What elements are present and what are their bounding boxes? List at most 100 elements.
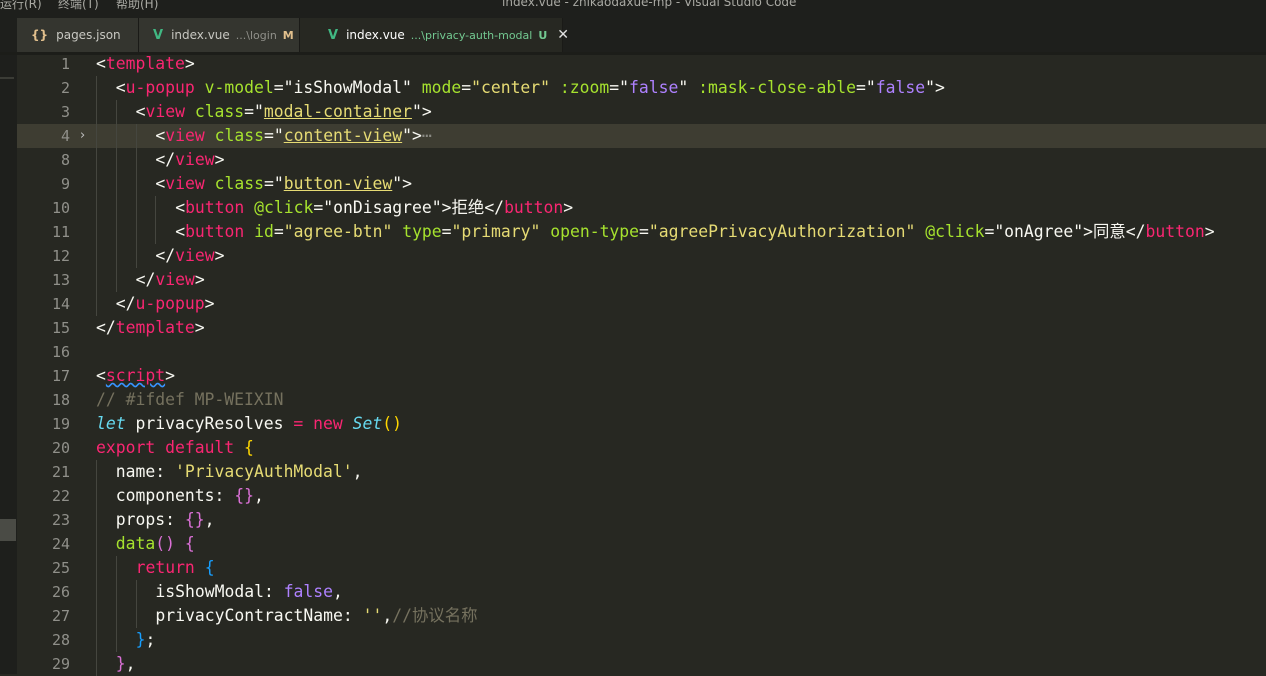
tab-privacy-auth-modal-index-vue[interactable]: V index.vue ...\privacy-auth-modal U ✕ bbox=[300, 18, 569, 52]
indent-guide bbox=[96, 148, 97, 172]
code-token: > bbox=[204, 294, 215, 313]
menu-help[interactable]: 帮助(H) bbox=[116, 0, 158, 12]
code-text: </template> bbox=[96, 316, 205, 340]
code-token: = bbox=[856, 78, 866, 97]
code-token: view bbox=[145, 102, 185, 121]
code-token: < bbox=[155, 126, 166, 145]
code-line[interactable]: 23 props: {}, bbox=[17, 508, 1266, 532]
activity-gutter bbox=[0, 55, 17, 674]
code-line[interactable]: 19 let privacyResolves = new Set() bbox=[17, 412, 1266, 436]
indent-guide bbox=[96, 532, 97, 556]
editor-tab-bar: {} pages.json V index.vue ...\login M V … bbox=[0, 18, 1266, 52]
code-line[interactable]: 13 </view> bbox=[17, 268, 1266, 292]
code-line[interactable]: 11 <button id="agree-btn" type="primary" … bbox=[17, 220, 1266, 244]
line-number: 2 bbox=[60, 79, 70, 97]
code-token: { bbox=[184, 534, 195, 553]
tab-login-index-vue[interactable]: V index.vue ...\login M bbox=[139, 18, 300, 52]
code-line[interactable]: 3 <view class="modal-container"> bbox=[17, 100, 1266, 124]
line-number: 28 bbox=[51, 631, 70, 649]
menu-run[interactable]: 运行(R) bbox=[0, 0, 42, 12]
code-token: privacyContractName: bbox=[155, 606, 363, 625]
code-token: , bbox=[125, 654, 136, 673]
code-token: = bbox=[263, 126, 274, 145]
code-text: let privacyResolves = new Set() bbox=[96, 412, 402, 436]
code-line[interactable]: 17 <script> bbox=[17, 364, 1266, 388]
code-token: > bbox=[934, 78, 945, 97]
code-line[interactable]: 8 </view> bbox=[17, 148, 1266, 172]
code-line[interactable]: 24 data() { bbox=[17, 532, 1266, 556]
code-token: "agreePrivacyAuthorization" bbox=[648, 222, 916, 241]
code-line[interactable]: 14 </u-popup> bbox=[17, 292, 1266, 316]
code-line[interactable]: 18 // #ifdef MP-WEIXIN bbox=[17, 388, 1266, 412]
code-line[interactable]: 26 isShowModal: false, bbox=[17, 580, 1266, 604]
code-line[interactable]: 10 <button @click="onDisagree">拒绝</button… bbox=[17, 196, 1266, 220]
code-line[interactable]: 4 › <view class="content-view">⋯ bbox=[17, 124, 1266, 148]
indent-guide bbox=[135, 580, 137, 604]
code-line[interactable]: 15 </template> bbox=[17, 316, 1266, 340]
code-token: , bbox=[204, 510, 215, 529]
indent-guide bbox=[115, 628, 117, 652]
indent-guide bbox=[135, 244, 137, 268]
indent-guide bbox=[96, 196, 97, 220]
code-text: <template> bbox=[96, 52, 195, 76]
indent-guide bbox=[96, 652, 97, 676]
code-token: > bbox=[421, 102, 432, 121]
code-line[interactable]: 9 <view class="button-view"> bbox=[17, 172, 1266, 196]
code-line[interactable]: 22 components: {}, bbox=[17, 484, 1266, 508]
vue-icon: V bbox=[328, 27, 339, 43]
code-line[interactable]: 27 privacyContractName: '',//协议名称 bbox=[17, 604, 1266, 628]
indent-guide bbox=[96, 484, 97, 508]
code-text: return { bbox=[136, 556, 215, 580]
code-token: mode bbox=[411, 78, 462, 97]
indent-guide bbox=[135, 220, 137, 244]
indent-guide bbox=[135, 124, 137, 148]
menu-terminal[interactable]: 终端(T) bbox=[58, 0, 99, 12]
code-token: = bbox=[293, 414, 304, 433]
indent-guide bbox=[96, 628, 97, 652]
code-line[interactable]: 20 export default { bbox=[17, 436, 1266, 460]
gutter-marker bbox=[0, 519, 16, 541]
code-token: button-view bbox=[283, 174, 393, 193]
code-token: "isShowModal" bbox=[283, 78, 412, 97]
code-token: </ bbox=[155, 246, 176, 265]
code-token: button bbox=[504, 198, 564, 217]
code-text: <button id="agree-btn" type="primary" op… bbox=[175, 220, 1214, 244]
code-line[interactable]: 29}, bbox=[17, 652, 1266, 676]
code-line[interactable]: 21 name: 'PrivacyAuthModal', bbox=[17, 460, 1266, 484]
code-token: id bbox=[244, 222, 274, 241]
code-token: " bbox=[925, 78, 935, 97]
code-editor[interactable]: 1 <template> 2 <u-popup v-model="isShowModa… bbox=[17, 52, 1266, 676]
code-line[interactable]: 28}; bbox=[17, 628, 1266, 652]
code-token: = bbox=[639, 222, 649, 241]
code-token: false bbox=[283, 582, 334, 601]
code-token: // #ifdef MP-WEIXIN bbox=[96, 390, 284, 409]
code-text: <view class="content-view">⋯ bbox=[155, 124, 431, 148]
close-icon[interactable]: ✕ bbox=[557, 27, 569, 43]
code-token: < bbox=[96, 54, 106, 73]
indent-guide bbox=[96, 556, 97, 580]
code-token: class bbox=[184, 102, 245, 121]
code-token: </ bbox=[484, 198, 505, 217]
vue-icon: V bbox=[153, 27, 164, 43]
code-token: , bbox=[253, 486, 264, 505]
code-token: "onDisagree" bbox=[323, 198, 442, 217]
indent-guide bbox=[115, 604, 117, 628]
code-token: return bbox=[135, 558, 195, 577]
code-token: type bbox=[392, 222, 442, 241]
code-line[interactable]: 2 <u-popup v-model="isShowModal" mode="ce… bbox=[17, 76, 1266, 100]
code-token: 'PrivacyAuthModal' bbox=[175, 462, 353, 481]
line-number: 26 bbox=[51, 583, 70, 601]
code-text: </u-popup> bbox=[116, 292, 215, 316]
indent-guide bbox=[96, 268, 97, 292]
fold-chevron-icon[interactable]: › bbox=[80, 124, 85, 148]
code-token: > bbox=[412, 126, 422, 145]
code-line[interactable]: 25 return { bbox=[17, 556, 1266, 580]
code-line[interactable]: 1 <template> bbox=[17, 52, 1266, 76]
code-text: }, bbox=[116, 652, 136, 676]
code-line[interactable]: 12 </view> bbox=[17, 244, 1266, 268]
indent-guide bbox=[135, 196, 137, 220]
tab-pages-json[interactable]: {} pages.json bbox=[17, 18, 139, 52]
indent-guide bbox=[96, 100, 97, 124]
code-line[interactable]: 16 bbox=[17, 340, 1266, 364]
